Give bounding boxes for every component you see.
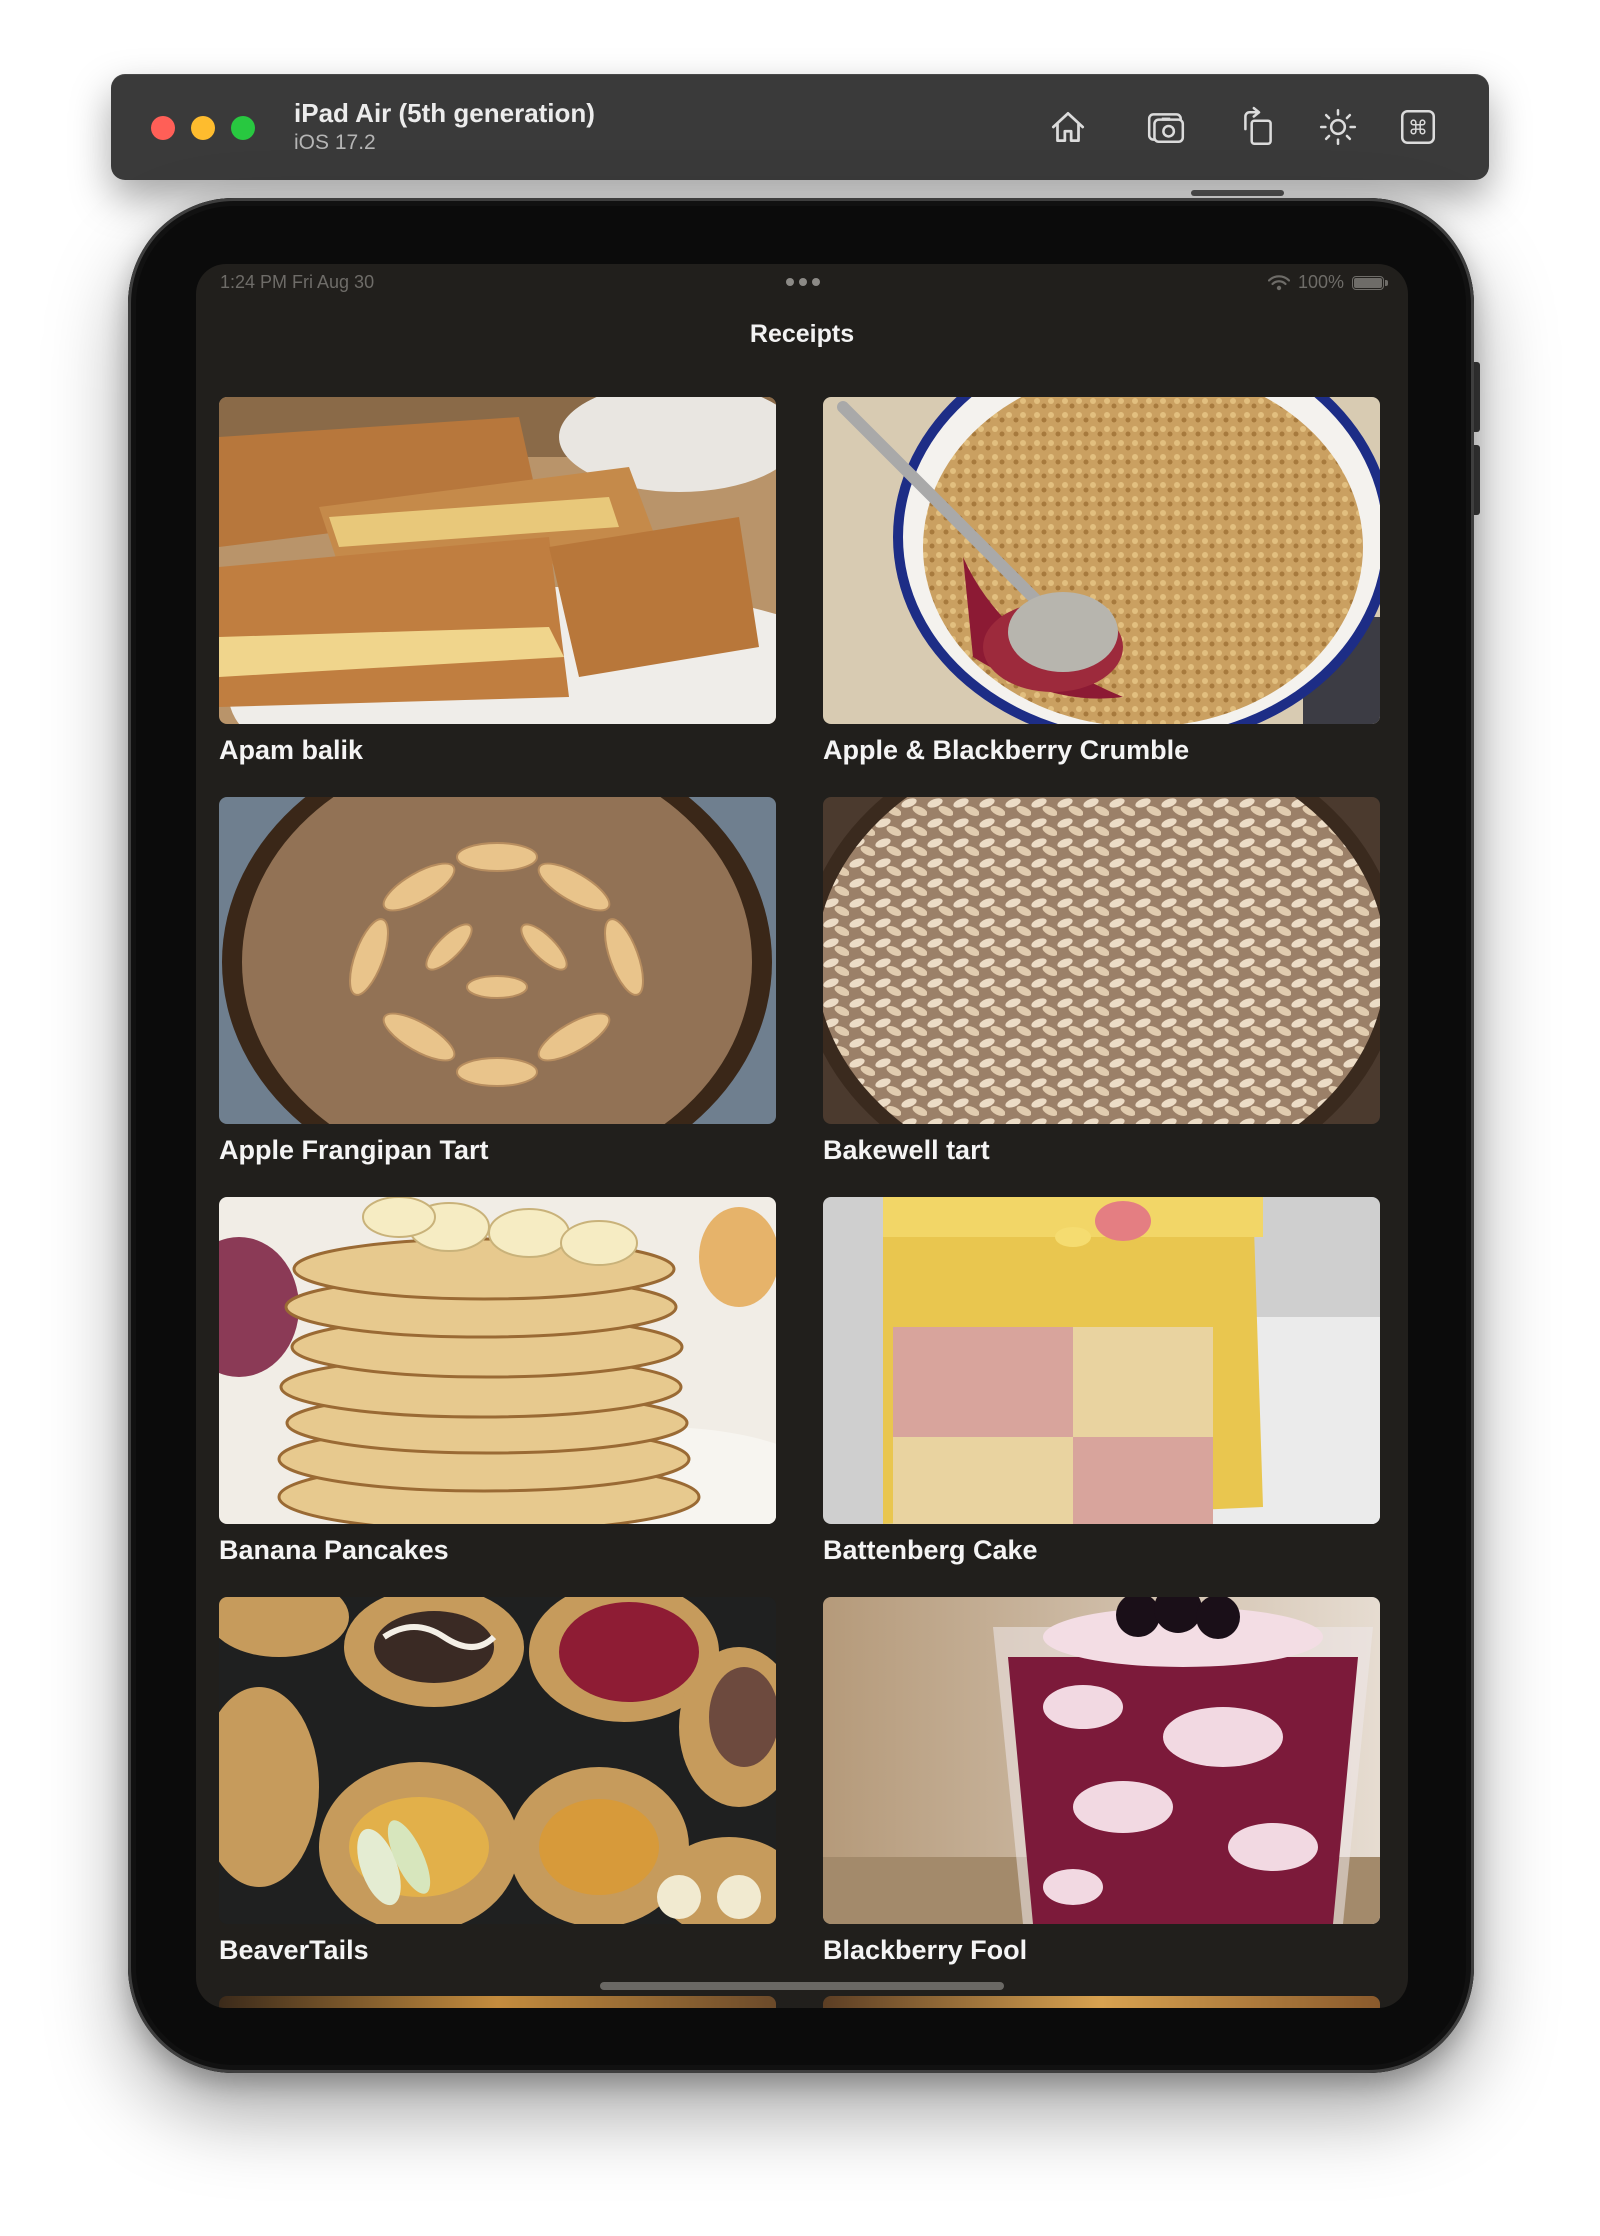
recipe-card[interactable]: Banana Pancakes xyxy=(219,1197,776,1566)
command-button[interactable]: ⌘ xyxy=(1395,104,1441,150)
recipe-name: Apple & Blackberry Crumble xyxy=(823,735,1190,765)
recipe-name: Apple Frangipan Tart xyxy=(219,1135,489,1165)
simulator-toolbar: iPad Air (5th generation) iOS 17.2 ⌘ xyxy=(111,74,1489,180)
rotate-button[interactable] xyxy=(1235,104,1281,150)
os-version: iOS 17.2 xyxy=(294,131,376,154)
screenshot-icon xyxy=(1147,113,1185,143)
zoom-window-button[interactable] xyxy=(231,116,255,140)
recipe-card[interactable]: BeaverTails xyxy=(219,1597,776,1966)
svg-text:⌘: ⌘ xyxy=(1408,115,1428,139)
battery-percentage: 100% xyxy=(1297,272,1344,292)
home-indicator[interactable] xyxy=(600,1982,1004,1990)
home-icon xyxy=(1051,111,1085,143)
ipad-screen: 1:24 PM Fri Aug 30 100% Receipts Apam ba… xyxy=(196,264,1408,2008)
recipe-card[interactable]: Apple Frangipan Tart xyxy=(219,797,776,1166)
recipe-image-beavertails xyxy=(219,1597,776,1924)
multitasking-dots-icon[interactable] xyxy=(786,278,820,286)
top-button xyxy=(1191,190,1284,196)
minimize-window-button[interactable] xyxy=(191,116,215,140)
status-bar: 1:24 PM Fri Aug 30 100% xyxy=(196,264,1408,300)
battery-icon xyxy=(1352,275,1388,290)
recipe-name: Apam balik xyxy=(219,735,364,765)
recipe-card[interactable]: Blackberry Fool xyxy=(823,1597,1380,1966)
appearance-button[interactable] xyxy=(1315,104,1361,150)
recipe-card[interactable]: Apam balik xyxy=(219,397,776,766)
appearance-icon xyxy=(1319,108,1357,146)
recipe-name: Banana Pancakes xyxy=(219,1535,449,1565)
recipe-image-apple-blackberry-crumble xyxy=(823,397,1380,724)
recipe-card[interactable]: Apple & Blackberry Crumble xyxy=(823,397,1380,766)
close-window-button[interactable] xyxy=(151,116,175,140)
recipe-name: BeaverTails xyxy=(219,1935,369,1965)
recipe-name: Blackberry Fool xyxy=(823,1935,1028,1965)
recipe-card[interactable]: Battenberg Cake xyxy=(823,1197,1380,1566)
recipe-card[interactable]: Bakewell tart xyxy=(823,797,1380,1166)
recipe-name: Bakewell tart xyxy=(823,1135,990,1165)
rotate-icon xyxy=(1244,106,1272,146)
recipe-image-apam-balik xyxy=(219,397,776,724)
recipe-image-bakewell-tart xyxy=(823,797,1380,1124)
status-time-date: 1:24 PM Fri Aug 30 xyxy=(220,272,375,292)
page-title: Receipts xyxy=(749,320,855,348)
command-icon: ⌘ xyxy=(1400,109,1436,145)
recipe-image-peek xyxy=(219,1996,776,2008)
recipe-name: Battenberg Cake xyxy=(823,1535,1038,1565)
recipe-image-banana-pancakes xyxy=(219,1197,776,1524)
wifi-icon xyxy=(1267,274,1290,290)
recipe-image-peek xyxy=(823,1996,1380,2008)
device-name: iPad Air (5th generation) xyxy=(294,98,595,128)
recipe-image-battenberg-cake xyxy=(823,1197,1380,1524)
volume-down-button xyxy=(1474,445,1480,515)
recipe-image-blackberry-fool xyxy=(823,1597,1380,1924)
recipe-image-apple-frangipan-tart xyxy=(219,797,776,1124)
home-button[interactable] xyxy=(1045,104,1091,150)
volume-up-button xyxy=(1474,362,1480,432)
screenshot-button[interactable] xyxy=(1143,104,1189,150)
